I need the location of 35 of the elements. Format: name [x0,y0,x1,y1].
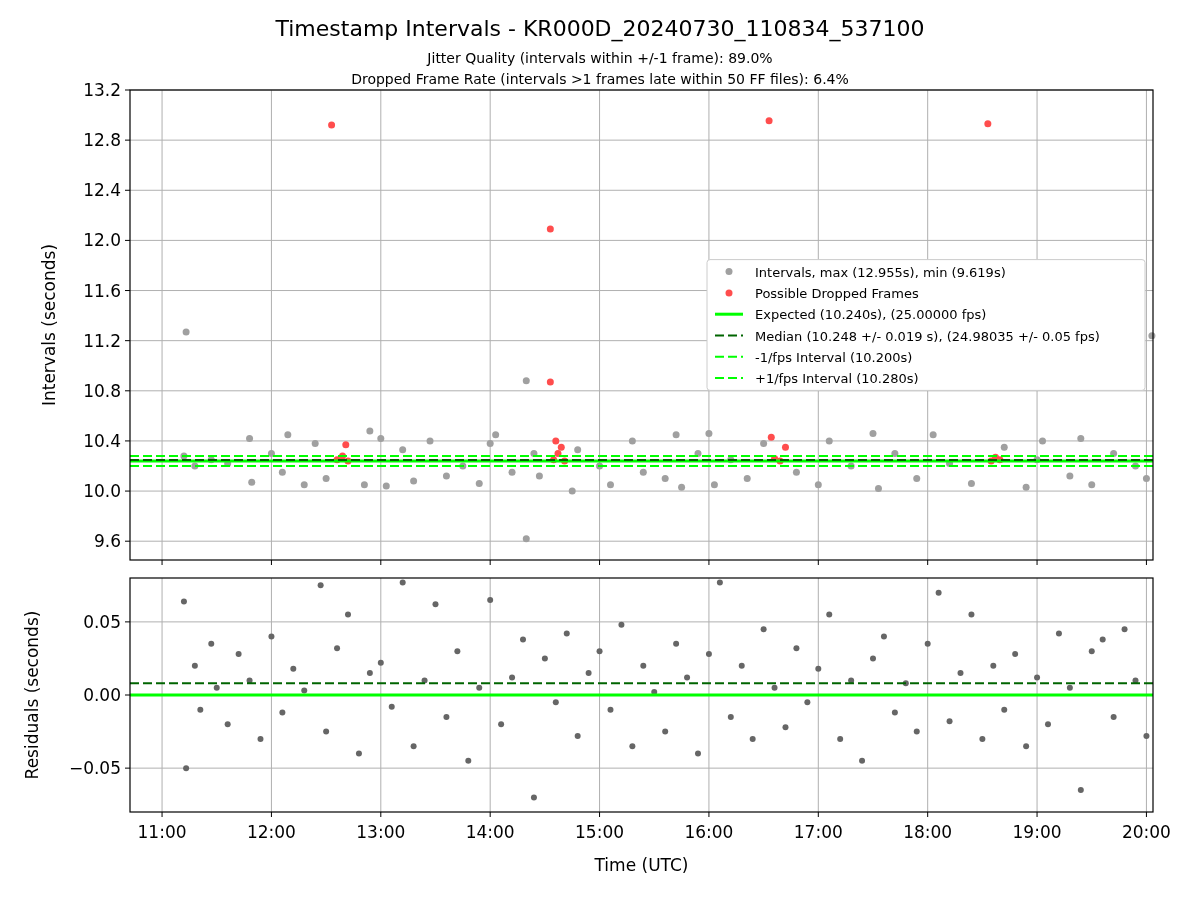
legend-label: Possible Dropped Frames [755,285,919,301]
tick-label: 10.4 [83,430,121,451]
tick-label: 18:00 [903,822,953,842]
tick-label: 16:00 [684,822,734,842]
tick-label: −0.05 [68,758,121,779]
axis-label: Intervals (seconds) [39,243,59,407]
tick-label: 14:00 [465,822,515,842]
tick-label: 13:00 [356,822,406,842]
legend-label: Intervals, max (12.955s), min (9.619s) [755,264,1006,280]
legend-label: Median (10.248 +/- 0.019 s), (24.98035 +/- 0.05 fps) [755,328,1100,344]
tick-label: 12.4 [83,180,121,201]
tick-label: 19:00 [1012,822,1062,842]
chart-subtitle: Dropped Frame Rate (intervals >1 frames late within 50 FF files): 6.4% [351,71,849,87]
tick-label: 12:00 [246,822,296,842]
axis-label: Time (UTC) [594,855,689,875]
tick-label: 9.6 [93,531,121,552]
tick-label: 13.2 [83,80,121,100]
tick-label: 0.00 [83,685,121,705]
chart-subtitle: Jitter Quality (intervals within +/-1 frame): 89.0% [427,50,773,66]
legend-label: Expected (10.240s), (25.00000 fps) [755,307,987,323]
tick-label: 10.0 [83,481,121,502]
tick-label: 10.8 [83,380,121,401]
legend-label: +1/fps Interval (10.280s) [755,371,919,387]
tick-label: 15:00 [575,822,625,842]
legend-label: -1/fps Interval (10.200s) [755,349,913,365]
tick-label: 0.05 [83,611,121,632]
tick-label: 12.8 [83,130,121,151]
tick-label: 17:00 [793,822,843,842]
axis-label: Residuals (seconds) [22,610,42,780]
tick-label: 20:00 [1121,822,1171,842]
tick-label: 11.6 [83,280,121,301]
tick-label: 12.0 [83,230,121,251]
tick-label: 11:00 [137,822,187,842]
chart-title: Timestamp Intervals - KR000D_20240730_110834_537100 [275,16,925,41]
tick-label: 11.2 [83,330,121,351]
